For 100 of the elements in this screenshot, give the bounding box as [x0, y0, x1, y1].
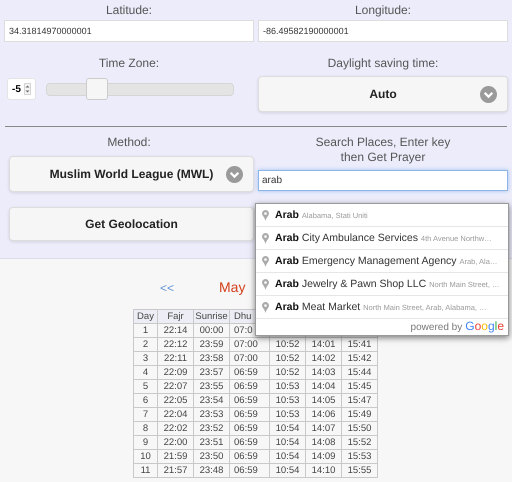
- table-cell: 06:59: [230, 436, 270, 450]
- table-cell: 15:41: [342, 338, 378, 352]
- table-cell: 10:52: [270, 366, 306, 380]
- table-cell: 23:50: [194, 450, 230, 464]
- table-cell: 22:05: [158, 394, 194, 408]
- table-cell: 23:51: [194, 436, 230, 450]
- table-cell: 23:54: [194, 394, 230, 408]
- get-geolocation-button[interactable]: Get Geolocation: [9, 207, 254, 241]
- table-cell: 22:02: [158, 422, 194, 436]
- table-cell: 23:53: [194, 408, 230, 422]
- table-cell: 06:59: [230, 450, 270, 464]
- table-cell: 23:48: [194, 464, 230, 478]
- table-cell: 10:53: [270, 380, 306, 394]
- table-cell: 23:57: [194, 366, 230, 380]
- table-cell: 00:00: [194, 324, 230, 338]
- table-cell: 22:12: [158, 338, 194, 352]
- table-cell: 15:53: [342, 450, 378, 464]
- table-cell: 15:49: [342, 408, 378, 422]
- table-cell: 06:59: [230, 380, 270, 394]
- search-field[interactable]: arab: [258, 170, 508, 191]
- table-cell: 10:53: [270, 394, 306, 408]
- time-zone-label: Time Zone:: [98, 56, 160, 70]
- table-cell: 21:59: [158, 450, 194, 464]
- column-header: Sunrise: [194, 310, 230, 324]
- table-cell: 7: [134, 408, 158, 422]
- table-cell: 15:55: [342, 464, 378, 478]
- table-cell: 14:01: [306, 338, 342, 352]
- table-cell: 3: [134, 352, 158, 366]
- table-cell: 07:00: [230, 352, 270, 366]
- method-select[interactable]: Muslim World League (MWL): [9, 156, 254, 192]
- table-cell: 10:54: [270, 464, 306, 478]
- table-cell: 14:02: [306, 352, 342, 366]
- table-cell: 23:58: [194, 352, 230, 366]
- method-label: Method:: [106, 135, 152, 150]
- table-cell: 10: [134, 450, 158, 464]
- table-cell: 8: [134, 422, 158, 436]
- pin-icon: [262, 278, 269, 290]
- table-cell: 10:54: [270, 422, 306, 436]
- chevron-down-icon: [226, 166, 243, 183]
- table-cell: 2: [134, 338, 158, 352]
- table-cell: 07:00: [230, 338, 270, 352]
- table-cell: 15:52: [342, 436, 378, 450]
- table-cell: 1: [134, 324, 158, 338]
- table-cell: 21:57: [158, 464, 194, 478]
- table-cell: 14:08: [306, 436, 342, 450]
- table-cell: 22:11: [158, 352, 194, 366]
- table-cell: 10:52: [270, 352, 306, 366]
- table-cell: 22:04: [158, 408, 194, 422]
- search-label: Search Places, Enter key then Get Prayer: [314, 135, 452, 165]
- table-cell: 10:54: [270, 450, 306, 464]
- spinner-arrows-icon[interactable]: [24, 83, 31, 95]
- table-cell: 15:42: [342, 352, 378, 366]
- table-cell: 06:59: [230, 394, 270, 408]
- latitude-label: Latitude:: [104, 3, 154, 17]
- table-cell: 22:09: [158, 366, 194, 380]
- table-cell: 14:03: [306, 366, 342, 380]
- table-cell: 15:50: [342, 422, 378, 436]
- table-cell: 14:06: [306, 408, 342, 422]
- table-cell: 14:09: [306, 450, 342, 464]
- slider-thumb[interactable]: [86, 78, 108, 100]
- table-cell: 9: [134, 436, 158, 450]
- table-cell: 14:05: [306, 394, 342, 408]
- table-cell: 10:54: [270, 436, 306, 450]
- table-cell: 23:55: [194, 380, 230, 394]
- column-header: Day: [134, 310, 158, 324]
- table-cell: 11: [134, 464, 158, 478]
- longitude-label: Longitude:: [354, 3, 412, 17]
- pin-icon: [262, 210, 269, 220]
- pin-icon: [262, 302, 269, 312]
- latitude-field[interactable]: 34.31814970000001: [4, 20, 254, 42]
- pin-icon: [262, 232, 269, 244]
- month-title: May: [219, 279, 246, 295]
- table-cell: 22:14: [158, 324, 194, 338]
- table-cell: 15:47: [342, 394, 378, 408]
- pin-icon: [262, 256, 269, 266]
- logo-text: Google: [465, 319, 504, 333]
- table-cell: 10:53: [270, 408, 306, 422]
- table-cell: 6: [134, 394, 158, 408]
- time-zone-spinner[interactable]: -5: [7, 78, 36, 100]
- table-cell: 5: [134, 380, 158, 394]
- table-cell: 14:07: [306, 422, 342, 436]
- table-cell: 14:04: [306, 380, 342, 394]
- attribution-text: powered by: [410, 322, 462, 333]
- table-cell: 10:52: [270, 338, 306, 352]
- table-cell: 14:10: [306, 464, 342, 478]
- table-cell: 4: [134, 366, 158, 380]
- daylight-select[interactable]: Auto: [258, 76, 508, 112]
- daylight-label: Daylight saving time:: [326, 56, 440, 70]
- table-cell: 23:52: [194, 422, 230, 436]
- table-cell: 15:45: [342, 380, 378, 394]
- table-cell: 22:00: [158, 436, 194, 450]
- table-cell: 15:44: [342, 366, 378, 380]
- table-cell: 06:59: [230, 366, 270, 380]
- table-cell: 06:59: [230, 408, 270, 422]
- longitude-field[interactable]: -86.49582190000001: [258, 20, 508, 42]
- column-header: Fajr: [158, 310, 194, 324]
- table-cell: 06:59: [230, 464, 270, 478]
- table-cell: 22:07: [158, 380, 194, 394]
- table-cell: 06:59: [230, 422, 270, 436]
- chevron-down-icon: [480, 86, 497, 103]
